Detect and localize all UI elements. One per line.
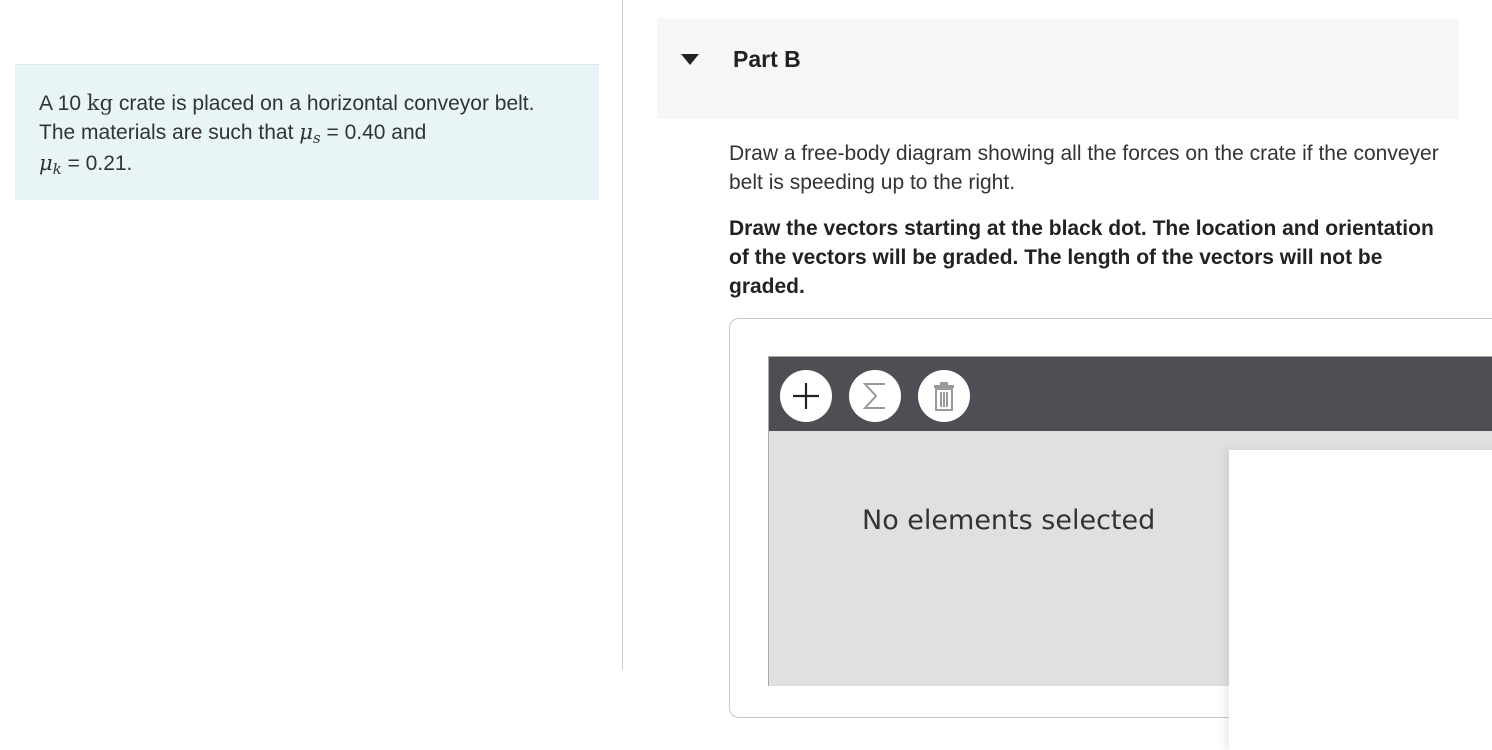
delete-button[interactable] (918, 370, 970, 422)
mu-symbol-s: μ (299, 120, 313, 144)
mu-symbol-k: μ (39, 151, 53, 175)
add-vector-button[interactable] (780, 370, 832, 422)
instructions-grading-note: Draw the vectors starting at the black d… (729, 217, 1434, 298)
kinetic-coefficient: = 0.21. (61, 152, 133, 175)
problem-statement: A 10 kg crate is placed on a horizontal … (15, 64, 599, 200)
drawing-canvas[interactable] (1229, 450, 1492, 750)
selection-status: No elements selected (862, 505, 1156, 536)
unit-kg: kg (86, 91, 114, 115)
drawing-toolbar (769, 357, 1492, 431)
panel-divider (622, 0, 623, 670)
sum-vectors-button[interactable] (849, 370, 901, 422)
subscript-s: s (312, 129, 321, 147)
problem-panel: A 10 kg crate is placed on a horizontal … (0, 0, 622, 670)
subscript-k: k (52, 160, 62, 178)
instructions: Draw a free-body diagram showing all the… (729, 139, 1449, 318)
problem-text-a: A 10 (39, 92, 87, 115)
drawing-tool: No elements selected (768, 356, 1492, 750)
plus-icon (793, 383, 819, 409)
caret-down-icon[interactable] (681, 54, 699, 65)
instructions-prompt: Draw a free-body diagram showing all the… (729, 142, 1439, 194)
part-header[interactable]: Part B (657, 18, 1459, 119)
properties-area: No elements selected (769, 431, 1492, 750)
sigma-icon (862, 383, 885, 409)
static-coefficient: = 0.40 and (320, 121, 427, 144)
part-title: Part B (733, 46, 801, 72)
trash-icon (934, 382, 954, 411)
problem-text-b: crate is placed on a horizontal conveyor… (39, 92, 535, 144)
